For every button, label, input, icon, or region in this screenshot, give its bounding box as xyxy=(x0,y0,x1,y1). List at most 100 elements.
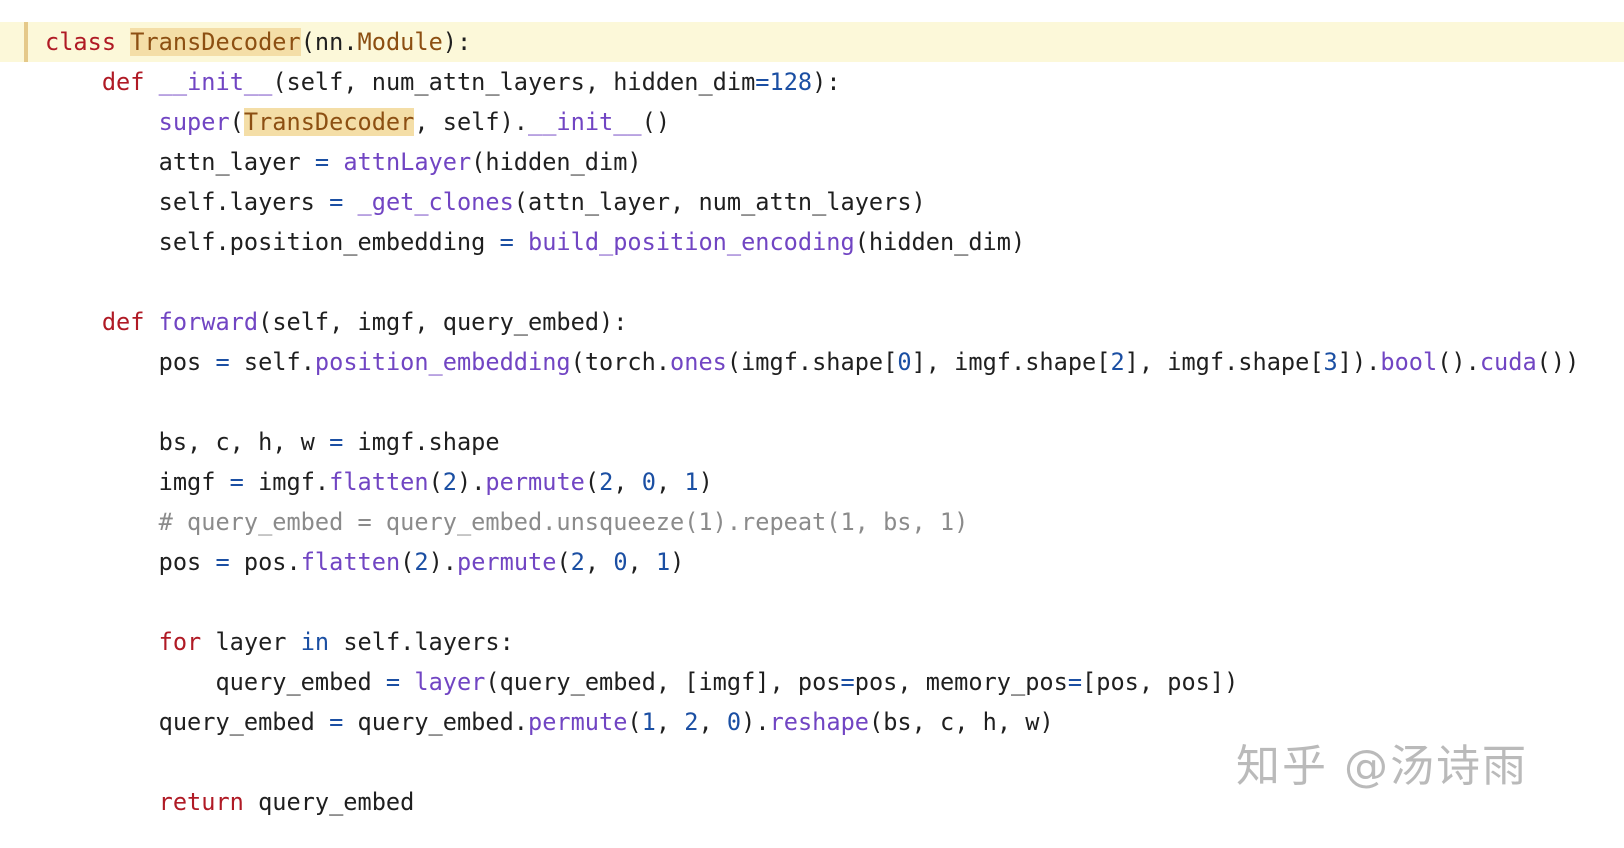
code-token: attn_layer xyxy=(45,148,315,176)
code-line[interactable]: class TransDecoder(nn.Module): xyxy=(0,22,1624,62)
code-token: __init__ xyxy=(158,68,273,96)
code-line[interactable]: query_embed = layer(query_embed, [imgf],… xyxy=(0,662,1624,702)
code-token: ). xyxy=(428,548,458,576)
code-token: 1 xyxy=(641,708,656,736)
code-line[interactable]: attn_layer = attnLayer(hidden_dim) xyxy=(0,142,1624,182)
code-token: 2 xyxy=(684,708,699,736)
code-line[interactable]: # query_embed = query_embed.unsqueeze(1)… xyxy=(0,502,1624,542)
code-token: attnLayer xyxy=(343,148,472,176)
code-token: 1 xyxy=(655,548,671,576)
code-token: super xyxy=(158,108,230,136)
code-token: ( xyxy=(229,108,244,136)
code-token: query_embed xyxy=(45,708,330,736)
code-token: 128 xyxy=(769,68,813,96)
code-token: permute xyxy=(527,708,628,736)
code-token: ). xyxy=(741,708,770,736)
code-token: imgf. xyxy=(243,468,330,496)
code-token: , xyxy=(613,468,642,496)
code-token: ). xyxy=(457,468,486,496)
code-token: forward xyxy=(158,308,259,336)
code-token: self. xyxy=(229,348,315,376)
code-token: # query_embed = query_embed.unsqueeze(1)… xyxy=(158,508,969,536)
code-token: ( xyxy=(428,468,443,496)
code-token: (query_embed, [imgf], pos xyxy=(485,668,841,696)
code-token: position_embedding xyxy=(314,348,571,376)
code-token: pos. xyxy=(229,548,301,576)
code-token: , self). xyxy=(414,108,528,136)
code-token: ): xyxy=(812,68,841,96)
code-token: self.layers xyxy=(45,188,330,216)
code-token: ( xyxy=(556,548,571,576)
code-token: , xyxy=(698,708,727,736)
code-token: ()) xyxy=(1536,348,1580,376)
code-token: 0 xyxy=(726,708,742,736)
code-token: 2 xyxy=(1110,348,1125,376)
code-token: return xyxy=(158,788,244,816)
code-token: , xyxy=(655,708,685,736)
code-token: pos xyxy=(45,348,216,376)
code-token: ) xyxy=(670,548,685,576)
code-line[interactable]: self.layers = _get_clones(attn_layer, nu… xyxy=(0,182,1624,222)
code-token: = xyxy=(755,68,770,96)
code-token: class xyxy=(45,28,117,56)
code-token: = xyxy=(215,548,230,576)
code-token: bs, c, h, w xyxy=(45,428,330,456)
code-token: ): xyxy=(442,28,472,56)
code-token: TransDecoder xyxy=(130,28,301,56)
code-token: (hidden_dim) xyxy=(471,148,642,176)
code-token: pos xyxy=(45,548,216,576)
code-token: permute xyxy=(457,548,557,576)
code-token: imgf.shape xyxy=(343,428,500,456)
code-token: 2 xyxy=(599,468,614,496)
code-token: permute xyxy=(485,468,585,496)
code-token: 0 xyxy=(897,348,912,376)
code-editor[interactable]: class TransDecoder(nn.Module): def __ini… xyxy=(0,22,1624,822)
code-line[interactable]: imgf = imgf.flatten(2).permute(2, 0, 1) xyxy=(0,462,1624,502)
code-line[interactable] xyxy=(0,382,1624,422)
code-token: flatten xyxy=(329,468,429,496)
code-token: = xyxy=(499,228,514,256)
code-line[interactable]: def __init__(self, num_attn_layers, hidd… xyxy=(0,62,1624,102)
code-line[interactable]: super(TransDecoder, self).__init__() xyxy=(0,102,1624,142)
code-token: query_embed xyxy=(243,788,415,816)
code-token: = xyxy=(329,428,344,456)
code-token: = xyxy=(385,668,401,696)
code-token: self.position_embedding xyxy=(45,228,500,256)
code-token: pos, memory_pos xyxy=(854,668,1068,696)
code-token: (imgf.shape[ xyxy=(726,348,898,376)
code-token: = xyxy=(229,468,244,496)
code-token: = xyxy=(840,668,855,696)
code-line[interactable]: for layer in self.layers: xyxy=(0,622,1624,662)
code-token: query_embed. xyxy=(343,708,528,736)
code-token: __init__ xyxy=(528,108,642,136)
code-token: reshape xyxy=(769,708,869,736)
code-token: (self, num_attn_layers, hidden_dim xyxy=(272,68,756,96)
code-token: = xyxy=(329,188,344,216)
code-line[interactable] xyxy=(0,262,1624,302)
code-token: ], imgf.shape[ xyxy=(1124,348,1324,376)
code-line[interactable]: pos = self.position_embedding(torch.ones… xyxy=(0,342,1624,382)
code-token: (hidden_dim) xyxy=(854,228,1026,256)
code-token: (torch. xyxy=(570,348,671,376)
code-token: ]). xyxy=(1337,348,1381,376)
code-line[interactable]: bs, c, h, w = imgf.shape xyxy=(0,422,1624,462)
code-token: (nn. xyxy=(300,28,358,56)
code-token: imgf xyxy=(45,468,230,496)
code-line[interactable]: pos = pos.flatten(2).permute(2, 0, 1) xyxy=(0,542,1624,582)
code-line[interactable]: self.position_embedding = build_position… xyxy=(0,222,1624,262)
code-token: = xyxy=(215,348,230,376)
code-token: in xyxy=(300,628,330,656)
code-token: = xyxy=(329,708,344,736)
code-token: , xyxy=(627,548,656,576)
code-line[interactable] xyxy=(0,582,1624,622)
code-token: 2 xyxy=(570,548,585,576)
code-token: ones xyxy=(670,348,727,376)
code-token: flatten xyxy=(300,548,401,576)
code-line[interactable]: def forward(self, imgf, query_embed): xyxy=(0,302,1624,342)
code-token: ) xyxy=(698,468,713,496)
